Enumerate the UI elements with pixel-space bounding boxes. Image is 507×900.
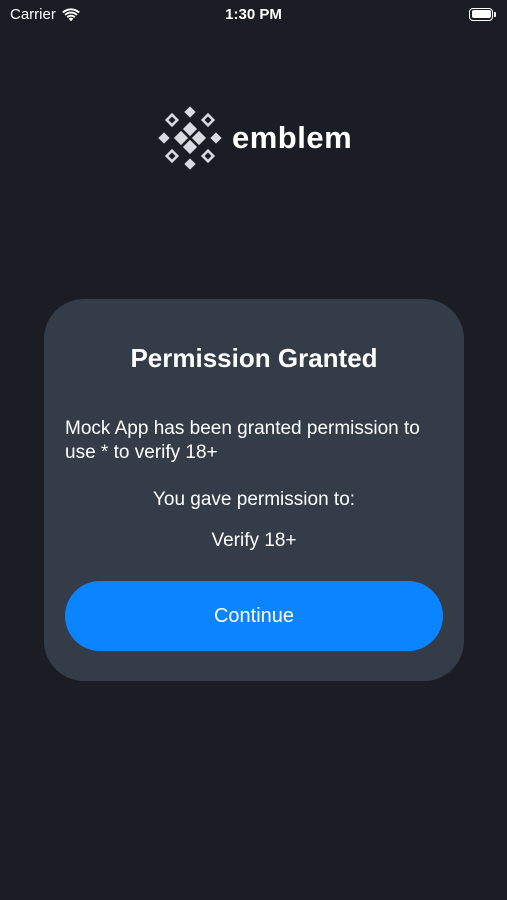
card-title: Permission Granted bbox=[130, 343, 378, 373]
permission-card: Permission Granted Mock App has been gra… bbox=[44, 299, 464, 681]
status-bar: Carrier 1:30 PM bbox=[0, 0, 507, 28]
permission-item: Verify 18+ bbox=[211, 530, 297, 551]
battery-icon bbox=[469, 7, 497, 21]
emblem-logo: emblem bbox=[158, 106, 352, 170]
status-time: 1:30 PM bbox=[225, 6, 282, 23]
emblem-logo-icon bbox=[158, 106, 222, 170]
permission-granted-screen: Carrier 1:30 PM emblem Permission Grante… bbox=[0, 0, 507, 900]
permission-subhead: You gave permission to: bbox=[152, 489, 356, 510]
continue-button[interactable]: Continue bbox=[65, 581, 443, 651]
logo-wordmark: emblem bbox=[232, 120, 353, 155]
permission-message: Mock App has been granted permission to … bbox=[65, 418, 420, 463]
